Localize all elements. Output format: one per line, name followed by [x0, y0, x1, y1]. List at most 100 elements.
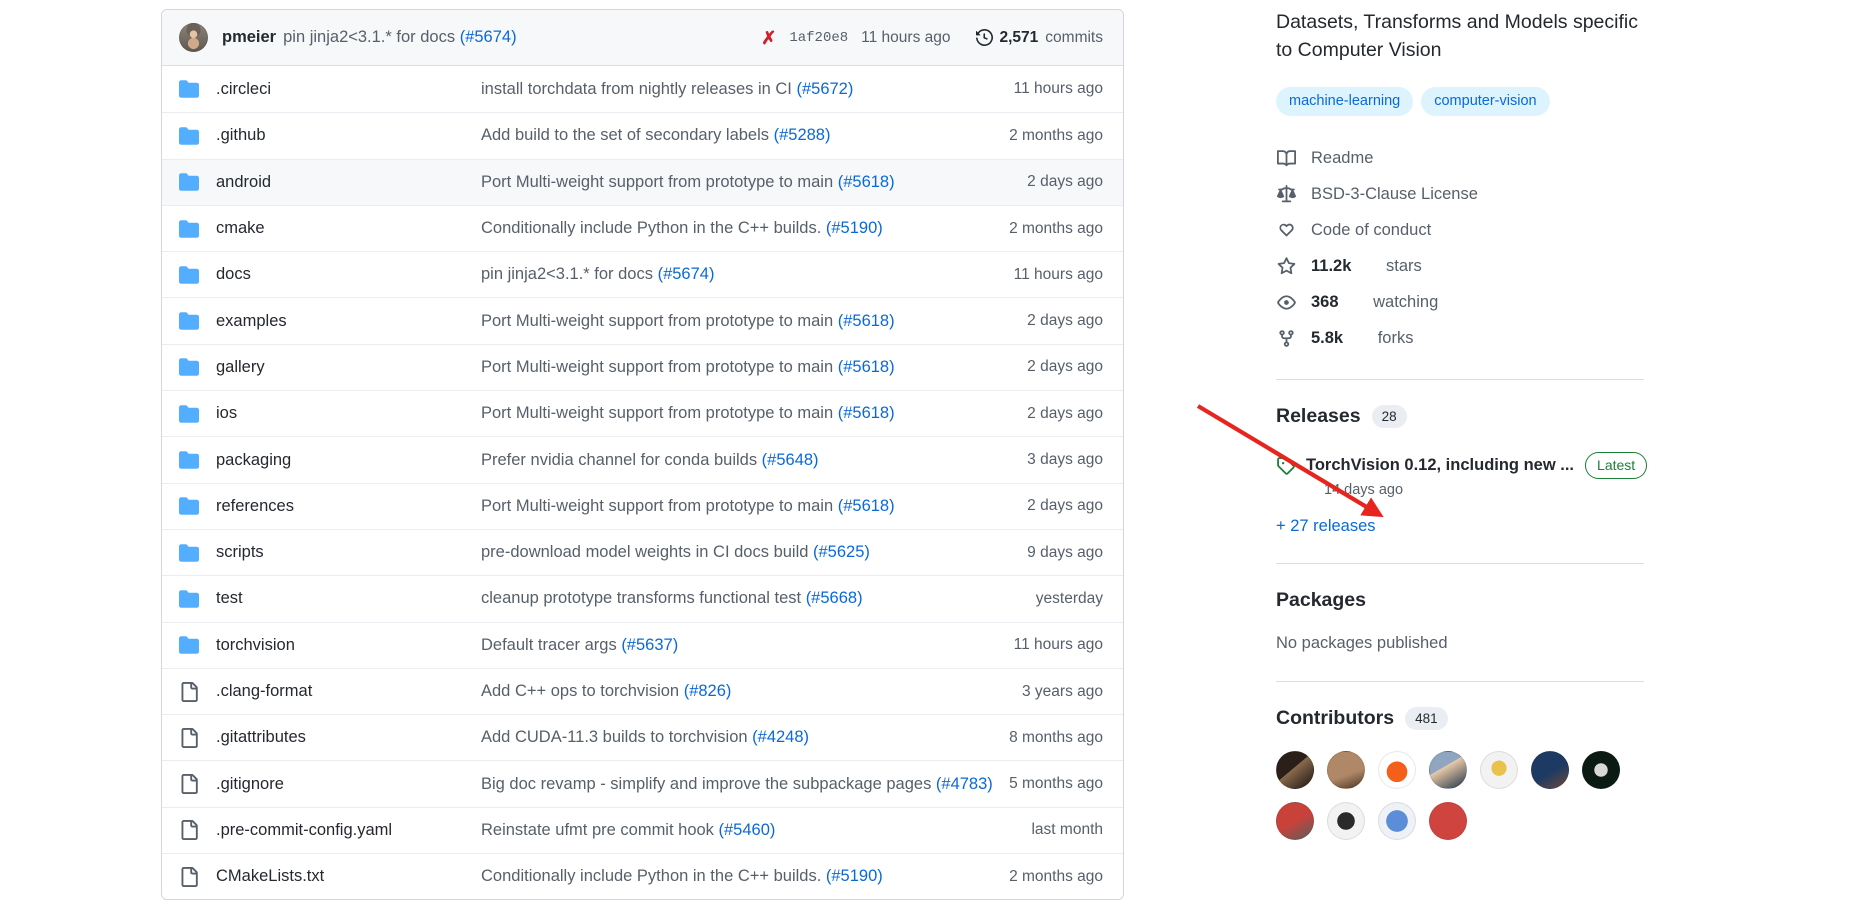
topic-tag[interactable]: machine-learning [1276, 86, 1414, 116]
repo-meta-item[interactable]: 368 watching [1276, 285, 1875, 321]
file-commit-message-text[interactable]: Port Multi-weight support from prototype… [481, 173, 838, 191]
file-commit-pr-link[interactable]: (#5637) [621, 636, 678, 654]
packages-title[interactable]: Packages [1276, 589, 1366, 612]
table-row[interactable]: .clang-format Add C++ ops to torchvision … [162, 667, 1123, 715]
file-name[interactable]: android [216, 173, 481, 192]
contributors-title[interactable]: Contributors [1276, 707, 1394, 730]
commit-author[interactable]: pmeier [222, 28, 276, 47]
file-name[interactable]: .gitattributes [216, 728, 481, 747]
release-name[interactable]: TorchVision 0.12, including new ... [1306, 456, 1574, 475]
file-commit-message-text[interactable]: Conditionally include Python in the C++ … [481, 867, 826, 885]
file-commit-message-text[interactable]: cleanup prototype transforms functional … [481, 589, 806, 607]
file-commit-pr-link[interactable]: (#5618) [838, 358, 895, 376]
file-name[interactable]: .gitignore [216, 775, 481, 794]
avatar[interactable] [1480, 751, 1518, 790]
table-row[interactable]: .circleci install torchdata from nightly … [162, 66, 1123, 113]
avatar[interactable] [1378, 751, 1416, 790]
file-name[interactable]: docs [216, 265, 481, 284]
file-commit-message-text[interactable]: Default tracer args [481, 636, 621, 654]
file-name[interactable]: CMakeLists.txt [216, 867, 481, 886]
file-commit-pr-link[interactable]: (#4783) [936, 775, 993, 793]
table-row[interactable]: android Port Multi-weight support from pr… [162, 158, 1123, 205]
repo-meta-item[interactable]: 11.2k stars [1276, 249, 1875, 285]
x-icon[interactable]: ✗ [761, 29, 776, 47]
file-commit-message-text[interactable]: Port Multi-weight support from prototype… [481, 404, 838, 422]
file-commit-message-text[interactable]: Add CUDA-11.3 builds to torchvision [481, 728, 752, 746]
file-commit-message-text[interactable]: Add C++ ops to torchvision [481, 682, 684, 700]
file-commit-pr-link[interactable]: (#5288) [774, 126, 831, 144]
file-commit-message-text[interactable]: pin jinja2<3.1.* for docs [481, 265, 658, 283]
avatar[interactable] [1276, 802, 1314, 841]
file-commit-pr-link[interactable]: (#5618) [838, 497, 895, 515]
table-row[interactable]: .pre-commit-config.yaml Reinstate ufmt pr… [162, 806, 1123, 854]
file-commit-message-text[interactable]: Big doc revamp - simplify and improve th… [481, 775, 936, 793]
table-row[interactable]: examples Port Multi-weight support from p… [162, 297, 1123, 344]
table-row[interactable]: CMakeLists.txt Conditionally include Pyth… [162, 853, 1123, 900]
table-row[interactable]: docs pin jinja2<3.1.* for docs (#5674) 11 … [162, 251, 1123, 298]
table-row[interactable]: scripts pre-download model weights in CI … [162, 528, 1123, 576]
file-commit-pr-link[interactable]: (#4248) [752, 728, 809, 746]
file-name[interactable]: .circleci [216, 80, 481, 99]
file-commit-pr-link[interactable]: (#5674) [658, 265, 715, 283]
avatar[interactable] [1429, 751, 1467, 790]
avatar[interactable] [1327, 751, 1365, 790]
table-row[interactable]: .github Add build to the set of secondary… [162, 112, 1123, 159]
table-row[interactable]: .gitignore Big doc revamp - simplify and … [162, 760, 1123, 807]
releases-title[interactable]: Releases [1276, 405, 1361, 428]
avatar[interactable] [179, 23, 208, 52]
repo-meta-item[interactable]: Readme [1276, 141, 1875, 177]
table-row[interactable]: .gitattributes Add CUDA-11.3 builds to to… [162, 714, 1123, 761]
file-name[interactable]: cmake [216, 219, 481, 238]
file-name[interactable]: examples [216, 312, 481, 331]
file-commit-message-text[interactable]: Reinstate ufmt pre commit hook [481, 821, 719, 839]
table-row[interactable]: torchvision Default tracer args (#5637) 11… [162, 621, 1123, 668]
avatar[interactable] [1582, 751, 1620, 790]
topic-tag[interactable]: computer-vision [1421, 86, 1550, 116]
file-commit-pr-link[interactable]: (#5618) [838, 173, 895, 191]
file-commit-message-text[interactable]: Add build to the set of secondary labels [481, 126, 774, 144]
file-name[interactable]: .pre-commit-config.yaml [216, 821, 481, 840]
avatar[interactable] [1429, 802, 1467, 841]
repo-meta-item[interactable]: BSD-3-Clause License [1276, 177, 1875, 213]
file-commit-pr-link[interactable]: (#5618) [838, 312, 895, 330]
file-commit-pr-link[interactable]: (#5668) [806, 589, 863, 607]
file-name[interactable]: gallery [216, 358, 481, 377]
file-commit-pr-link[interactable]: (#5190) [826, 867, 883, 885]
file-commit-pr-link[interactable]: (#5625) [813, 543, 870, 561]
avatar[interactable] [1378, 802, 1416, 841]
avatar[interactable] [1276, 751, 1314, 790]
table-row[interactable]: gallery Port Multi-weight support from pr… [162, 343, 1123, 391]
file-commit-pr-link[interactable]: (#5190) [826, 219, 883, 237]
more-releases-link[interactable]: + 27 releases [1276, 517, 1875, 536]
file-commit-message-text[interactable]: Conditionally include Python in the C++ … [481, 219, 826, 237]
file-name[interactable]: .github [216, 126, 481, 145]
file-commit-message-text[interactable]: Port Multi-weight support from prototype… [481, 358, 838, 376]
file-name[interactable]: .clang-format [216, 682, 481, 701]
table-row[interactable]: test cleanup prototype transforms functio… [162, 575, 1123, 622]
file-commit-message-text[interactable]: Prefer nvidia channel for conda builds [481, 451, 762, 469]
file-commit-pr-link[interactable]: (#5618) [838, 404, 895, 422]
table-row[interactable]: references Port Multi-weight support from… [162, 482, 1123, 529]
file-name[interactable]: references [216, 497, 481, 516]
file-name[interactable]: torchvision [216, 636, 481, 655]
commit-sha[interactable]: 1af20e8 [789, 30, 848, 46]
file-commit-pr-link[interactable]: (#5672) [796, 80, 853, 98]
file-commit-message-text[interactable]: Port Multi-weight support from prototype… [481, 497, 838, 515]
avatar[interactable] [1327, 802, 1365, 841]
latest-release[interactable]: TorchVision 0.12, including new ... Late… [1276, 452, 1875, 479]
file-name[interactable]: scripts [216, 543, 481, 562]
file-commit-pr-link[interactable]: (#5648) [762, 451, 819, 469]
table-row[interactable]: ios Port Multi-weight support from protot… [162, 390, 1123, 437]
file-commit-message-text[interactable]: pre-download model weights in CI docs bu… [481, 543, 813, 561]
repo-meta-item[interactable]: Code of conduct [1276, 213, 1875, 249]
commit-message-text[interactable]: pin jinja2<3.1.* for docs [283, 28, 455, 46]
table-row[interactable]: cmake Conditionally include Python in the… [162, 204, 1123, 252]
file-name[interactable]: test [216, 589, 481, 608]
file-commit-pr-link[interactable]: (#826) [684, 682, 732, 700]
avatar[interactable] [1531, 751, 1569, 790]
commit-pr-link[interactable]: (#5674) [460, 28, 517, 46]
file-name[interactable]: packaging [216, 451, 481, 470]
file-name[interactable]: ios [216, 404, 481, 423]
file-commit-message-text[interactable]: install torchdata from nightly releases … [481, 80, 796, 98]
commits-history-link[interactable]: 2,571 commits [975, 29, 1103, 47]
